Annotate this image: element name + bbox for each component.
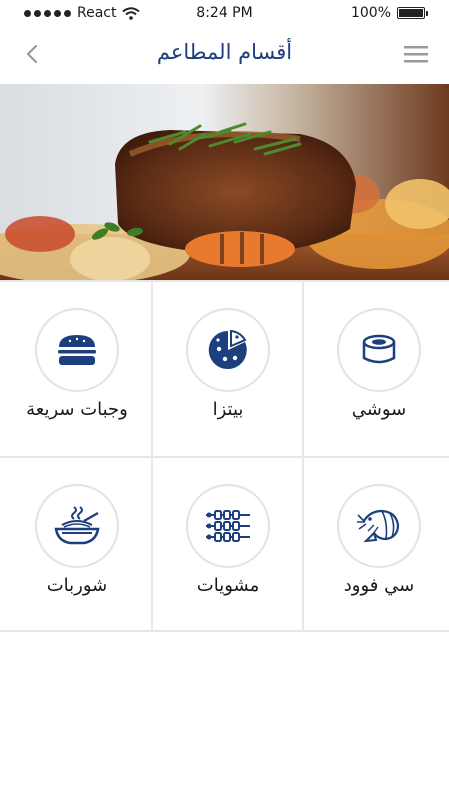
page-title: أقسام المطاعم xyxy=(156,40,293,64)
category-fast-food[interactable]: وجبات سريعة xyxy=(2,282,152,457)
battery-percent: 100% xyxy=(350,5,391,21)
grilled-meat-image xyxy=(0,84,449,280)
menu-button[interactable] xyxy=(401,40,431,68)
battery-icon xyxy=(397,7,428,19)
category-label: سي فوود xyxy=(343,575,415,596)
skewers-icon xyxy=(206,510,250,542)
category-icon-circle xyxy=(35,308,119,392)
category-icon-circle xyxy=(186,484,270,568)
category-label: شوربات xyxy=(46,575,108,596)
shrimp-icon xyxy=(357,509,400,543)
category-sushi[interactable]: سوشي xyxy=(304,282,449,457)
sushi-icon xyxy=(362,334,396,364)
category-icon-circle xyxy=(337,308,421,392)
hero-food-image xyxy=(0,84,449,280)
soup-bowl-icon xyxy=(54,506,100,545)
category-grills[interactable]: مشويات xyxy=(153,458,303,633)
battery-group: 100% xyxy=(350,5,428,21)
category-label: سوشي xyxy=(351,399,407,420)
burger-icon xyxy=(58,335,96,365)
category-seafood[interactable]: سي فوود xyxy=(304,458,449,633)
navigation-bar: أقسام المطاعم xyxy=(0,26,449,84)
category-icon-circle xyxy=(186,308,270,392)
category-label: وجبات سريعة xyxy=(26,399,128,420)
categories-grid: سوشي بيتزا وجبات سريعة سي فوود مشويات شو… xyxy=(0,280,449,632)
category-icon-circle xyxy=(337,484,421,568)
category-soups[interactable]: شوربات xyxy=(2,458,152,633)
pizza-icon xyxy=(208,329,247,369)
hamburger-menu-icon xyxy=(404,46,428,63)
category-label: مشويات xyxy=(196,575,260,596)
category-label: بيتزا xyxy=(212,399,244,420)
category-pizza[interactable]: بيتزا xyxy=(153,282,303,457)
category-icon-circle xyxy=(35,484,119,568)
status-bar: React 8:24 PM 100% xyxy=(0,0,449,26)
